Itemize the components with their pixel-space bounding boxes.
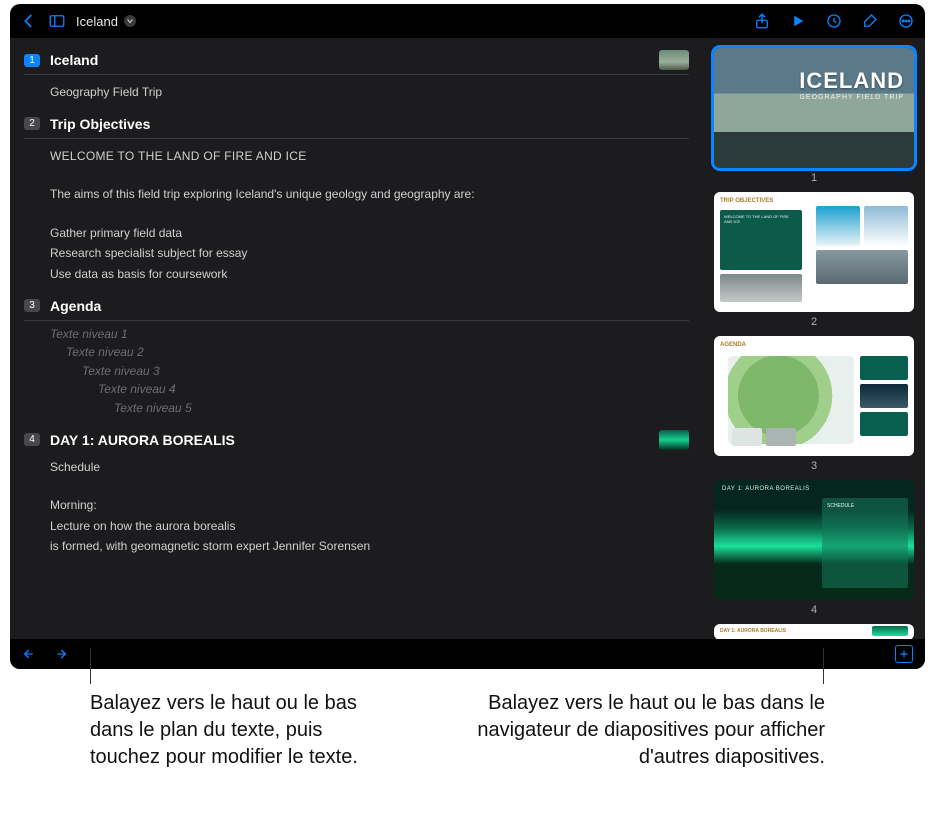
outline-body-line[interactable]: Morning: <box>50 496 689 515</box>
callout-connector <box>823 648 824 684</box>
document-title-text: Iceland <box>76 14 118 29</box>
nav-slide-4[interactable]: DAY 1: AURORA BOREALIS SCHEDULE 4 <box>713 480 915 616</box>
outline-slide-1[interactable]: 1 Iceland Geography Field Trip <box>24 52 689 102</box>
nav-slide-5[interactable]: DAY 1: AURORA BOREALIS <box>713 624 915 639</box>
app-window: Iceland 1 <box>10 4 925 669</box>
callout-connector <box>90 648 91 684</box>
slide-thumb-tiny <box>659 50 689 70</box>
outline-body-line[interactable]: Lecture on how the aurora borealis <box>50 517 689 536</box>
nav-slide-1[interactable]: ICELAND GEOGRAPHY FIELD TRIP 1 <box>713 48 915 184</box>
brush-icon[interactable] <box>861 12 879 30</box>
nav-thumb[interactable]: ICELAND GEOGRAPHY FIELD TRIP <box>714 48 914 168</box>
thumb-line: WELCOME TO THE LAND OF FIRE AND ICE <box>720 210 802 228</box>
slide-thumb-tiny <box>659 430 689 450</box>
bottom-bar <box>10 639 925 669</box>
more-icon[interactable] <box>897 12 915 30</box>
nav-thumb[interactable]: TRIP OBJECTIVES WELCOME TO THE LAND OF F… <box>714 192 914 312</box>
slide-subtitle[interactable]: Geography Field Trip <box>50 83 689 102</box>
sidebar-icon[interactable] <box>48 12 66 30</box>
outline-slide-4[interactable]: 4 DAY 1: AURORA BOREALIS Schedule Mornin… <box>24 432 689 556</box>
nav-slide-number: 1 <box>811 172 817 184</box>
thumb-title: DAY 1: AURORA BOREALIS <box>722 486 810 492</box>
nav-thumb[interactable]: AGENDA <box>714 336 914 456</box>
nav-slide-number: 2 <box>811 316 817 328</box>
slide-title[interactable]: Iceland <box>50 52 98 68</box>
outline-slide-2[interactable]: 2 Trip Objectives WELCOME TO THE LAND OF… <box>24 116 689 284</box>
slide-title[interactable]: Agenda <box>50 298 101 314</box>
thumb-title: DAY 1: AURORA BOREALIS <box>720 628 786 634</box>
document-title[interactable]: Iceland <box>76 14 136 29</box>
thumb-title: ICELAND <box>799 68 904 94</box>
slide-number-badge: 4 <box>24 433 40 446</box>
add-slide-button[interactable] <box>895 645 913 663</box>
placeholder-level-5[interactable]: Texte niveau 5 <box>50 399 689 418</box>
nav-slide-number: 4 <box>811 604 817 616</box>
outline-panel[interactable]: 1 Iceland Geography Field Trip 2 Trip Ob… <box>10 38 703 639</box>
outline-slide-3[interactable]: 3 Agenda Texte niveau 1 Texte niveau 2 T… <box>24 298 689 418</box>
nav-thumb[interactable]: DAY 1: AURORA BOREALIS <box>714 624 914 639</box>
placeholder-level-4[interactable]: Texte niveau 4 <box>50 380 689 399</box>
slide-title[interactable]: DAY 1: AURORA BOREALIS <box>50 432 235 448</box>
outline-body-line[interactable]: Gather primary field data <box>50 224 689 243</box>
main-area: 1 Iceland Geography Field Trip 2 Trip Ob… <box>10 38 925 639</box>
chevron-down-icon <box>124 15 136 27</box>
outline-body-line[interactable]: Use data as basis for coursework <box>50 265 689 284</box>
outline-body-line[interactable]: Research specialist subject for essay <box>50 244 689 263</box>
outline-body-line[interactable]: WELCOME TO THE LAND OF FIRE AND ICE <box>50 147 689 166</box>
nav-slide-number: 3 <box>811 460 817 472</box>
back-icon[interactable] <box>20 12 38 30</box>
nav-slide-3[interactable]: AGENDA 3 <box>713 336 915 472</box>
indent-icon[interactable] <box>52 646 68 662</box>
thumb-title: AGENDA <box>720 342 746 348</box>
nav-slide-2[interactable]: TRIP OBJECTIVES WELCOME TO THE LAND OF F… <box>713 192 915 328</box>
share-icon[interactable] <box>753 12 771 30</box>
outline-body-line[interactable]: is formed, with geomagnetic storm expert… <box>50 537 689 556</box>
placeholder-level-1[interactable]: Texte niveau 1 <box>50 325 689 344</box>
slide-number-badge: 2 <box>24 117 40 130</box>
slide-title[interactable]: Trip Objectives <box>50 116 150 132</box>
callout-left: Balayez vers le haut ou le bas dans le p… <box>90 690 370 771</box>
thumb-panel-title: SCHEDULE <box>822 498 908 514</box>
callout-right: Balayez vers le haut ou le bas dans le n… <box>445 690 825 771</box>
outline-body-line[interactable]: Schedule <box>50 458 689 477</box>
toolbar: Iceland <box>10 4 925 38</box>
placeholder-level-2[interactable]: Texte niveau 2 <box>50 343 689 362</box>
thumb-title: TRIP OBJECTIVES <box>720 198 908 204</box>
thumb-subtitle: GEOGRAPHY FIELD TRIP <box>799 94 904 101</box>
outline-body-line[interactable]: The aims of this field trip exploring Ic… <box>50 185 689 204</box>
slide-number-badge: 3 <box>24 299 40 312</box>
play-icon[interactable] <box>789 12 807 30</box>
slide-number-badge: 1 <box>24 54 40 67</box>
outdent-icon[interactable] <box>22 646 38 662</box>
placeholder-level-3[interactable]: Texte niveau 3 <box>50 362 689 381</box>
slide-navigator[interactable]: ICELAND GEOGRAPHY FIELD TRIP 1 TRIP OBJE… <box>703 38 925 639</box>
history-icon[interactable] <box>825 12 843 30</box>
nav-thumb[interactable]: DAY 1: AURORA BOREALIS SCHEDULE <box>714 480 914 600</box>
